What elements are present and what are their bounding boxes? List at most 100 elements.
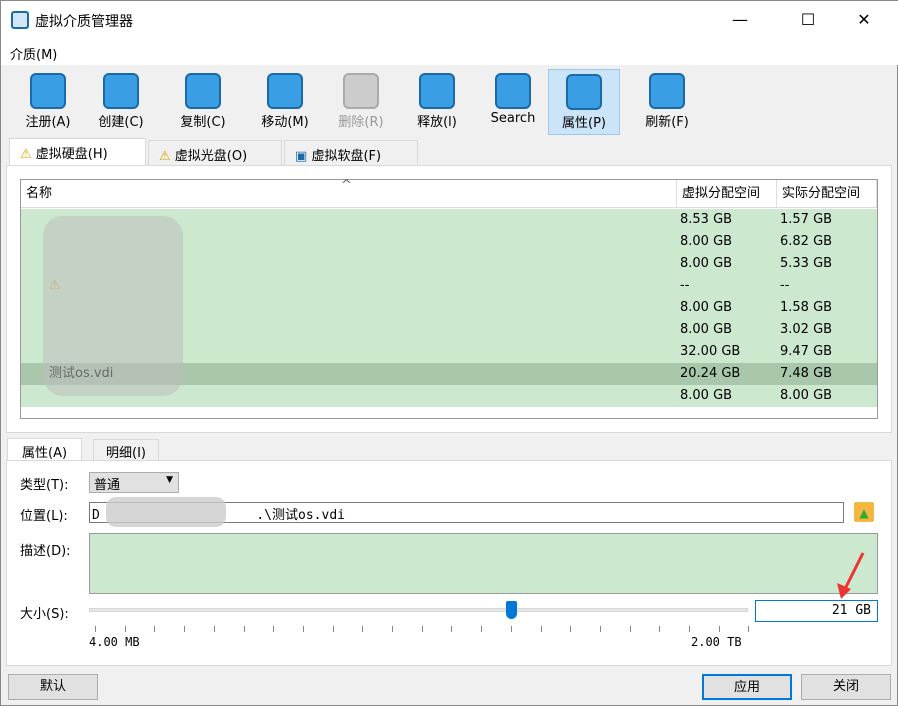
hdd-properties-icon <box>566 74 602 110</box>
cell-virtual-size: 32.00 GB <box>680 344 741 359</box>
maximize-button[interactable]: ☐ <box>785 1 831 39</box>
cell-virtual-size: 8.53 GB <box>680 212 733 227</box>
slider-tick <box>629 626 631 632</box>
slider-tick <box>213 626 215 632</box>
cell-actual-size: 6.82 GB <box>780 234 833 249</box>
slider-tick <box>689 626 690 632</box>
redaction-blur <box>43 216 183 396</box>
column-header-name[interactable]: 名称 ^ <box>21 178 677 208</box>
red-arrow-annotation <box>837 552 865 599</box>
redaction-blur <box>106 497 226 527</box>
cell-actual-size: 3.02 GB <box>780 322 833 337</box>
slider-tick <box>184 626 186 632</box>
toolbar-button-8[interactable]: 刷新(F) <box>631 69 703 135</box>
cell-actual-size: 9.47 GB <box>780 344 833 359</box>
hdd-create-icon <box>103 73 139 109</box>
close-button[interactable]: 关闭 <box>801 674 891 700</box>
description-label: 描述(D): <box>20 544 71 559</box>
cell-actual-size: 7.48 GB <box>780 366 833 381</box>
slider-tick <box>154 626 156 632</box>
menu-media[interactable]: 介质(M) <box>10 44 57 63</box>
tab-media-0[interactable]: ⚠ 虚拟硬盘(H) <box>9 138 146 166</box>
minimize-button[interactable]: — <box>717 1 763 39</box>
size-min-label: 4.00 MB <box>89 635 140 649</box>
slider-tick <box>273 626 275 632</box>
size-label: 大小(S): <box>20 607 69 622</box>
tab-media-1[interactable]: ⚠ 虚拟光盘(O) <box>148 140 282 165</box>
toolbar-label: Search <box>490 111 536 126</box>
hdd-release-icon <box>419 73 455 109</box>
close-window-button[interactable]: ✕ <box>841 1 887 39</box>
floppy-icon: ▣ <box>295 149 308 164</box>
type-select[interactable]: 普通 ▼ <box>89 472 179 493</box>
hdd-search-icon <box>495 73 531 109</box>
slider-tick <box>124 626 126 632</box>
toolbar-button-0[interactable]: 注册(A) <box>12 69 84 135</box>
slider-tick <box>718 626 720 632</box>
slider-tick <box>362 626 364 632</box>
warning-icon: ⚠ <box>20 147 32 162</box>
size-slider-thumb[interactable] <box>505 601 517 619</box>
title-bar: 虚拟介质管理器 — ☐ ✕ <box>1 1 898 39</box>
toolbar-button-6[interactable]: Search <box>477 69 549 135</box>
toolbar-button-7[interactable]: 属性(P) <box>548 69 620 135</box>
cell-virtual-size: 20.24 GB <box>680 366 741 381</box>
toolbar-label: 属性(P) <box>562 116 606 131</box>
slider-tick <box>451 626 453 632</box>
slider-tick <box>748 626 750 632</box>
cell-actual-size: 8.00 GB <box>780 388 833 403</box>
toolbar-label: 移动(M) <box>261 115 309 130</box>
slider-tick <box>481 626 483 632</box>
cell-virtual-size: 8.00 GB <box>680 322 733 337</box>
hdd-copy-icon <box>185 73 221 109</box>
toolbar-label: 复制(C) <box>180 115 226 130</box>
column-header-virtual-size[interactable]: 虚拟分配空间 <box>677 180 777 208</box>
tab-media-2[interactable]: ▣ 虚拟软盘(F) <box>284 140 418 165</box>
cell-virtual-size: 8.00 GB <box>680 234 733 249</box>
slider-tick <box>332 626 334 632</box>
hdd-remove-icon <box>343 73 379 109</box>
cell-actual-size: 1.57 GB <box>780 212 833 227</box>
slider-tick <box>392 626 393 632</box>
slider-tick <box>302 626 304 632</box>
cell-virtual-size: 8.00 GB <box>680 300 733 315</box>
apply-button[interactable]: 应用 <box>702 674 792 700</box>
size-input[interactable]: 21 GB <box>755 600 878 622</box>
refresh-icon <box>649 73 685 109</box>
toolbar-button-4: 删除(R) <box>325 69 397 135</box>
tab-details[interactable]: 明细(I) <box>93 439 159 461</box>
toolbar-label: 刷新(F) <box>645 115 689 130</box>
description-field[interactable] <box>89 533 878 594</box>
slider-tick <box>540 626 542 632</box>
slider-tick <box>243 626 245 632</box>
tab-properties[interactable]: 属性(A) <box>7 438 83 461</box>
folder-browse-icon[interactable]: ▲ <box>854 502 874 522</box>
toolbar-button-3[interactable]: 移动(M) <box>249 69 321 135</box>
slider-tick <box>570 626 572 632</box>
dropdown-arrow-icon: ▼ <box>166 475 173 485</box>
size-max-label: 2.00 TB <box>691 635 742 649</box>
cell-virtual-size: 8.00 GB <box>680 256 733 271</box>
size-slider-track[interactable] <box>89 608 748 612</box>
cell-actual-size: 1.58 GB <box>780 300 833 315</box>
toolbar-label: 释放(l) <box>417 115 457 130</box>
window-title: 虚拟介质管理器 <box>35 14 133 30</box>
toolbar-button-5[interactable]: 释放(l) <box>401 69 473 135</box>
hdd-add-icon <box>30 73 66 109</box>
app-icon <box>11 11 29 29</box>
toolbar-label: 注册(A) <box>25 115 71 130</box>
column-header-actual-size[interactable]: 实际分配空间 <box>777 180 877 208</box>
cell-actual-size: -- <box>780 278 790 293</box>
slider-tick <box>599 626 601 632</box>
toolbar-button-2[interactable]: 复制(C) <box>167 69 239 135</box>
location-label: 位置(L): <box>20 509 68 524</box>
slider-tick <box>510 626 512 632</box>
cell-virtual-size: 8.00 GB <box>680 388 733 403</box>
reset-button[interactable]: 默认 <box>8 674 98 700</box>
toolbar-label: 删除(R) <box>338 115 384 130</box>
slider-tick <box>421 626 423 632</box>
cell-actual-size: 5.33 GB <box>780 256 833 271</box>
toolbar-button-1[interactable]: 创建(C) <box>85 69 157 135</box>
menu-bar: 介质(M) <box>1 39 898 65</box>
slider-tick <box>659 626 661 632</box>
